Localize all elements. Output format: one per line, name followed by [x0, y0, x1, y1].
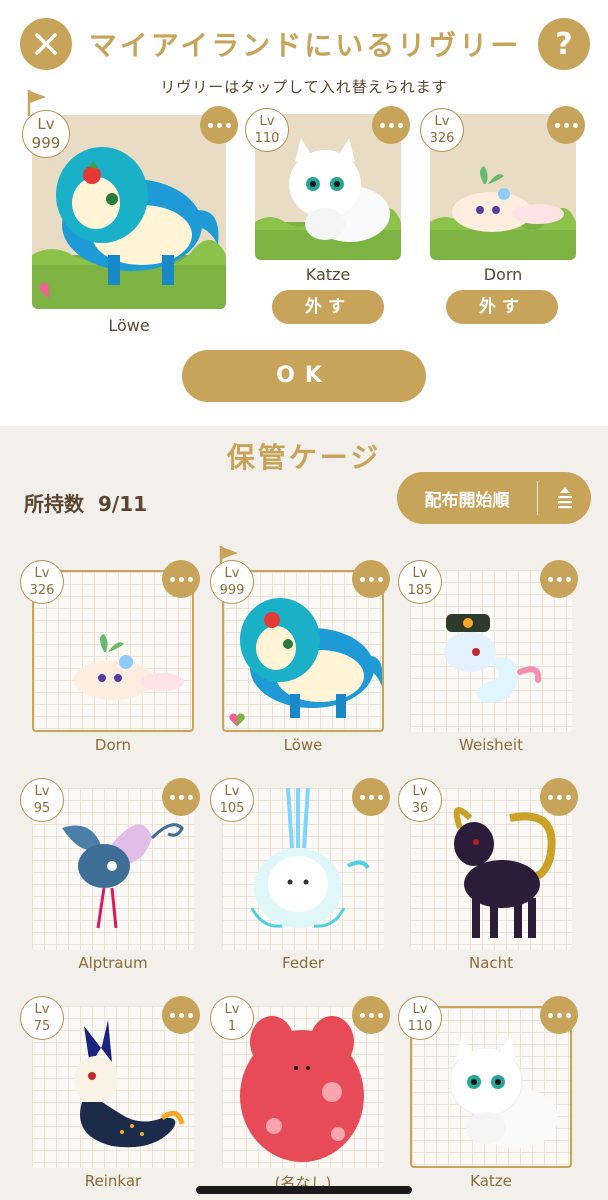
cell-name: Feder — [282, 954, 324, 972]
cage-cell-alptraum[interactable]: Lv 95 Alptraum — [20, 778, 200, 978]
more-options-button[interactable] — [372, 106, 410, 144]
cell-name: Nacht — [468, 954, 514, 972]
remove-button[interactable]: 外す — [446, 290, 558, 324]
level-badge: Lv 326 — [20, 560, 64, 604]
level-badge: Lv 326 — [420, 108, 464, 152]
heart-icon — [229, 713, 245, 727]
more-options-button[interactable] — [547, 106, 585, 144]
more-options-button[interactable] — [540, 560, 578, 598]
more-options-button[interactable] — [540, 778, 578, 816]
owned-count: 所持数 9/11 — [24, 488, 147, 517]
cell-name: Weisheit — [459, 736, 523, 754]
level-badge: Lv 75 — [20, 996, 64, 1040]
level-badge: Lv 185 — [398, 560, 442, 604]
cell-name: Katze — [470, 1172, 512, 1190]
slot-name: Dorn — [483, 265, 523, 284]
home-indicator[interactable] — [196, 1186, 412, 1194]
close-icon — [35, 33, 57, 55]
cage-cell-weisheit[interactable]: Lv 185 Weisheit — [398, 560, 578, 760]
level-badge: Lv 36 — [398, 778, 442, 822]
cage-cell-reinkar[interactable]: Lv 75 Reinkar — [20, 996, 200, 1196]
level-badge: Lv 105 — [210, 778, 254, 822]
cage-cell-dorn[interactable]: Lv 326 Dorn — [20, 560, 200, 760]
level-badge: Lv 999 — [210, 560, 254, 604]
sort-button[interactable]: 配布開始順 — [397, 472, 591, 524]
cell-name: Löwe — [283, 736, 323, 754]
cage-cell-unnamed[interactable]: Lv 1 (名なし) — [210, 996, 390, 1196]
more-options-button[interactable] — [162, 560, 200, 598]
owned-label: 所持数 — [24, 492, 84, 516]
level-badge: Lv 999 — [22, 110, 70, 158]
cage-cell-lowe[interactable]: Lv 999 Löwe — [210, 546, 390, 760]
cage-cell-feder[interactable]: Lv 105 Feder — [210, 778, 390, 978]
more-options-button[interactable] — [352, 996, 390, 1034]
more-options-button[interactable] — [162, 996, 200, 1034]
swap-hint: リヴリーはタップして入れ替えられます — [160, 78, 448, 96]
heart-icon — [39, 282, 59, 299]
ok-button[interactable]: OK — [182, 350, 426, 402]
cell-name: Alptraum — [78, 954, 148, 972]
sort-label: 配布開始順 — [424, 490, 510, 511]
level-badge: Lv 110 — [398, 996, 442, 1040]
more-options-button[interactable] — [162, 778, 200, 816]
cell-name: Dorn — [94, 736, 132, 754]
sort-order-icon — [538, 486, 591, 510]
level-badge: Lv 95 — [20, 778, 64, 822]
close-button[interactable] — [20, 18, 72, 70]
slot-name: Löwe — [108, 316, 150, 335]
cell-name: Reinkar — [84, 1172, 142, 1190]
cage-cell-nacht[interactable]: Lv 36 Nacht — [398, 778, 578, 978]
page-title: マイアイランドにいるリヴリー — [88, 29, 522, 62]
more-options-button[interactable] — [540, 996, 578, 1034]
more-options-button[interactable] — [352, 560, 390, 598]
storage-title: 保管ケージ — [226, 441, 382, 474]
more-options-button[interactable] — [200, 106, 238, 144]
owned-value: 9/11 — [98, 492, 148, 516]
help-button[interactable]: ? — [538, 18, 590, 70]
remove-button[interactable]: 外す — [272, 290, 384, 324]
slot-name: Katze — [305, 265, 351, 284]
level-badge: Lv 1 — [210, 996, 254, 1040]
cage-cell-katze[interactable]: Lv 110 Katze — [398, 996, 578, 1196]
level-badge: Lv 110 — [245, 108, 289, 152]
more-options-button[interactable] — [352, 778, 390, 816]
